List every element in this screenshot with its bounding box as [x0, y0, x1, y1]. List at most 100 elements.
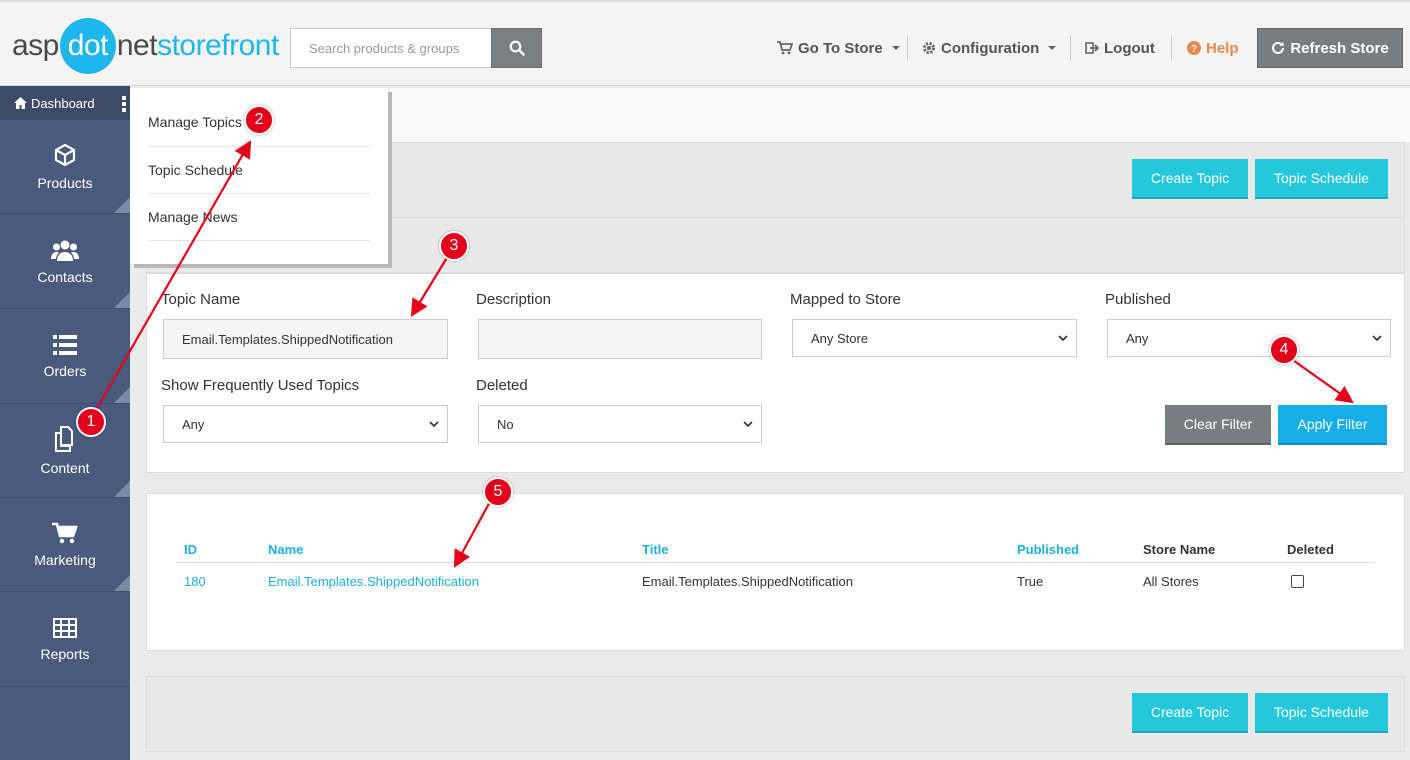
sidebar-item-contacts[interactable]: Contacts	[0, 215, 130, 309]
menu-item-topic-schedule[interactable]: Topic Schedule	[148, 147, 370, 194]
nav-divider	[907, 36, 908, 60]
logout-icon	[1085, 42, 1099, 54]
clear-filter-label: Clear Filter	[1183, 416, 1253, 432]
dashboard-label: Dashboard	[31, 95, 95, 111]
deleted-label: Deleted	[476, 377, 528, 394]
logout-link[interactable]: Logout	[1085, 32, 1155, 64]
kebab-menu-icon[interactable]	[122, 96, 126, 112]
page-title-area	[390, 88, 1410, 142]
annotation-badge-1: 1	[76, 407, 106, 437]
sidebar-item-label: Content	[40, 459, 90, 476]
table-icon	[53, 617, 77, 638]
annotation-badge-4: 4	[1269, 335, 1299, 365]
sidebar: Dashboard Products Contacts Orders Conte…	[0, 86, 130, 760]
sidebar-item-marketing[interactable]: Marketing	[0, 498, 130, 592]
mapped-to-store-select[interactable]: Any Store	[792, 319, 1077, 357]
cart-icon	[52, 522, 78, 543]
sidebar-item-label: Orders	[43, 362, 87, 379]
corner-decoration	[114, 387, 130, 403]
create-topic-button[interactable]: Create Topic	[1132, 159, 1248, 199]
description-label: Description	[476, 291, 552, 308]
published-value: Any	[1126, 330, 1149, 346]
refresh-icon	[1272, 41, 1285, 54]
logout-label: Logout	[1104, 39, 1155, 57]
sidebar-item-label: Products	[37, 174, 93, 191]
configuration-label: Configuration	[941, 39, 1040, 57]
chevron-down-icon	[429, 421, 439, 428]
chevron-down-icon	[1058, 335, 1068, 342]
sidebar-item-orders[interactable]: Orders	[0, 310, 130, 404]
frequent-topics-select[interactable]: Any	[163, 405, 448, 443]
column-header-published[interactable]: Published	[1017, 542, 1079, 557]
column-header-name[interactable]: Name	[268, 542, 303, 557]
topic-name-label: Topic Name	[161, 291, 241, 308]
corner-decoration	[114, 575, 130, 591]
caret-down-icon	[1048, 46, 1057, 50]
chevron-down-icon	[1372, 335, 1382, 342]
help-link[interactable]: ? Help	[1187, 32, 1239, 64]
column-header-title[interactable]: Title	[642, 542, 669, 557]
menu-item-label: Manage News	[148, 209, 238, 225]
row-deleted-checkbox[interactable]	[1291, 575, 1304, 588]
gear-icon	[923, 42, 935, 54]
published-select[interactable]: Any	[1107, 319, 1391, 357]
corner-decoration	[114, 481, 130, 497]
caret-down-icon	[891, 46, 900, 50]
topic-name-input[interactable]: Email.Templates.ShippedNotification	[163, 319, 448, 359]
home-icon	[14, 97, 27, 109]
annotation-badge-2: 2	[244, 105, 274, 135]
cart-icon	[777, 41, 793, 55]
configuration-menu[interactable]: Configuration	[922, 32, 1057, 64]
sidebar-item-reports[interactable]: Reports	[0, 593, 130, 687]
apply-filter-button[interactable]: Apply Filter	[1278, 405, 1387, 445]
annotation-badge-5: 5	[483, 477, 513, 507]
top-nav: Go To Store Configuration Logout ? Help	[0, 32, 1410, 64]
sidebar-dashboard-link[interactable]: Dashboard	[0, 86, 130, 120]
column-header-id[interactable]: ID	[184, 542, 197, 557]
row-published: True	[1017, 574, 1044, 589]
row-title: Email.Templates.ShippedNotification	[642, 574, 853, 589]
clear-filter-button[interactable]: Clear Filter	[1165, 405, 1271, 445]
users-icon	[51, 240, 79, 261]
topic-schedule-button-bottom[interactable]: Topic Schedule	[1255, 693, 1388, 733]
corner-decoration	[114, 292, 130, 308]
sidebar-item-content[interactable]: Content	[0, 404, 130, 498]
deleted-select[interactable]: No	[478, 405, 762, 443]
menu-item-manage-news[interactable]: Manage News	[148, 194, 370, 241]
refresh-store-button[interactable]: Refresh Store	[1257, 28, 1403, 68]
chevron-down-icon	[743, 421, 753, 428]
list-icon	[53, 334, 77, 355]
annotation-badge-3: 3	[439, 231, 469, 261]
table-header-divider	[176, 562, 1374, 563]
question-circle-icon: ?	[1187, 41, 1201, 55]
mapped-to-store-value: Any Store	[811, 330, 869, 346]
topic-schedule-label: Topic Schedule	[1274, 170, 1369, 186]
frequent-topics-label: Show Frequently Used Topics	[161, 377, 360, 394]
nav-divider	[1171, 36, 1172, 60]
help-label: Help	[1206, 39, 1239, 57]
menu-item-label: Topic Schedule	[148, 162, 243, 178]
nav-divider	[1070, 36, 1071, 60]
create-topic-label: Create Topic	[1150, 170, 1230, 186]
cube-icon	[54, 143, 76, 166]
deleted-value: No	[497, 416, 514, 432]
row-id-link[interactable]: 180	[184, 574, 206, 589]
sidebar-item-label: Marketing	[34, 551, 96, 568]
topic-name-value: Email.Templates.ShippedNotification	[182, 331, 393, 347]
refresh-store-label: Refresh Store	[1290, 39, 1389, 57]
sidebar-item-products[interactable]: Products	[0, 120, 130, 214]
row-name-link[interactable]: Email.Templates.ShippedNotification	[268, 574, 479, 589]
create-topic-button-bottom[interactable]: Create Topic	[1132, 693, 1248, 733]
go-to-store-menu[interactable]: Go To Store	[777, 32, 900, 64]
svg-text:?: ?	[1191, 44, 1197, 55]
column-header-store-name: Store Name	[1143, 542, 1216, 557]
mapped-to-store-label: Mapped to Store	[790, 291, 901, 308]
frequent-topics-value: Any	[182, 416, 205, 432]
published-label: Published	[1105, 291, 1171, 308]
create-topic-label: Create Topic	[1150, 704, 1230, 720]
topic-schedule-label: Topic Schedule	[1274, 704, 1369, 720]
go-to-store-label: Go To Store	[798, 39, 883, 57]
description-input[interactable]	[478, 319, 762, 359]
results-table	[146, 493, 1405, 651]
topic-schedule-button[interactable]: Topic Schedule	[1255, 159, 1388, 199]
